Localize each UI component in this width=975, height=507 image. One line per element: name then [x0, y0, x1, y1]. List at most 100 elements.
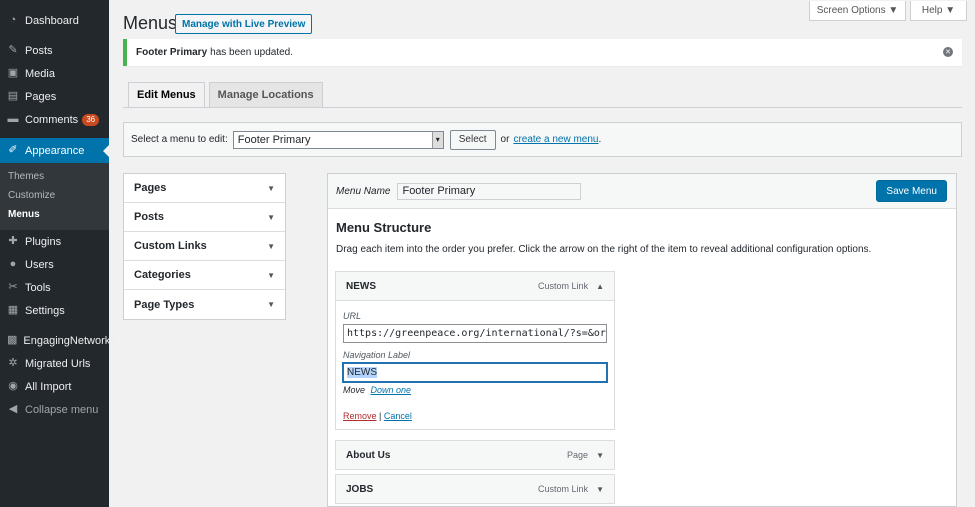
- gear-icon: ✲: [8, 357, 18, 369]
- notice-message: has been updated.: [210, 47, 293, 58]
- sidebar-item-plugins[interactable]: ✚ Plugins: [0, 230, 109, 253]
- period-text: .: [598, 134, 602, 145]
- sidebar-item-label: Pages: [25, 90, 57, 103]
- help-button[interactable]: Help ▼: [910, 1, 967, 21]
- screen-options-button[interactable]: Screen Options ▼: [809, 1, 906, 21]
- accordion-custom-links[interactable]: Custom Links ▼: [124, 232, 285, 261]
- caret-down-icon[interactable]: ▼: [596, 451, 604, 460]
- sidebar-item-label: All Import: [25, 380, 72, 393]
- sidebar-item-tools[interactable]: ✂ Tools: [0, 276, 109, 299]
- move-row: Move Down one: [343, 385, 411, 395]
- caret-down-icon: ▼: [267, 212, 275, 222]
- comments-icon: ▬: [7, 113, 19, 125]
- move-label: Move: [343, 385, 366, 395]
- menu-structure-description: Drag each item into the order you prefer…: [336, 244, 872, 255]
- menu-item-jobs[interactable]: JOBS Custom Link ▼: [335, 474, 615, 504]
- sidebar-item-label: Plugins: [25, 235, 62, 248]
- collapse-menu-button[interactable]: ◀ Collapse menu: [0, 398, 109, 421]
- navigation-label-input[interactable]: NEWS: [343, 363, 607, 382]
- sidebar-item-media[interactable]: ▣ Media: [0, 62, 109, 85]
- url-label: URL: [343, 311, 362, 321]
- menu-name-input[interactable]: Footer Primary: [397, 182, 582, 200]
- notice-menu-name: Footer Primary: [136, 47, 208, 58]
- sidebar-item-appearance[interactable]: ✐ Appearance: [0, 138, 109, 163]
- comments-count-badge: 36: [82, 113, 100, 126]
- media-icon: ▣: [7, 67, 19, 79]
- dismiss-icon[interactable]: ✕: [943, 47, 953, 57]
- submenu-item-menus[interactable]: Menus: [0, 205, 109, 224]
- menu-item-handle[interactable]: NEWS Custom Link ▲: [336, 272, 614, 300]
- cancel-link[interactable]: Cancel: [384, 411, 412, 421]
- menu-item-handle[interactable]: About Us Page ▼: [336, 441, 614, 469]
- sidebar-item-comments[interactable]: ▬ Comments 36: [0, 108, 109, 131]
- menu-item-title: About Us: [346, 449, 391, 461]
- accordion-categories[interactable]: Categories ▼: [124, 261, 285, 290]
- accordion-posts[interactable]: Posts ▼: [124, 203, 285, 232]
- menu-item-type: Custom Link: [538, 281, 589, 291]
- sidebar-item-settings[interactable]: ▦ Settings: [0, 299, 109, 322]
- caret-down-icon: ▼: [267, 183, 275, 193]
- collapse-icon: ◀: [8, 403, 18, 415]
- menu-item-actions: Remove | Cancel: [343, 411, 412, 421]
- pages-icon: ▤: [7, 90, 19, 102]
- nav-tabs: Edit Menus Manage Locations: [128, 82, 327, 107]
- tab-edit-menus[interactable]: Edit Menus: [128, 82, 205, 107]
- select-button[interactable]: Select: [449, 129, 496, 150]
- sidebar-item-label: Dashboard: [25, 14, 79, 27]
- page-title: Menus: [123, 13, 178, 33]
- accordion-label: Page Types: [134, 298, 195, 311]
- sidebar-item-dashboard[interactable]: ◔ Dashboard: [0, 9, 109, 32]
- sidebar-item-label: Users: [25, 258, 54, 271]
- menu-item-settings: URL https://greenpeace.org/international…: [336, 300, 614, 429]
- caret-down-icon: ▼: [267, 300, 275, 309]
- dashboard-icon: ◔: [9, 14, 17, 26]
- appearance-submenu: Themes Customize Menus: [0, 163, 109, 230]
- menu-select-bar: Select a menu to edit: Footer Primary Se…: [123, 122, 962, 157]
- sidebar-item-label: Migrated Urls: [25, 357, 91, 370]
- tools-icon: ✂: [8, 281, 18, 293]
- menu-structure-title: Menu Structure: [336, 220, 432, 235]
- users-icon: ●: [9, 258, 17, 270]
- or-text: or: [500, 134, 510, 145]
- sidebar-item-label: EngagingNetworks: [23, 334, 116, 347]
- menu-item-type: Page: [567, 450, 589, 460]
- navigation-label-label: Navigation Label: [343, 350, 411, 360]
- submenu-item-customize[interactable]: Customize: [0, 186, 109, 205]
- sidebar-item-users[interactable]: ● Users: [0, 253, 109, 276]
- menu-management-panel: Menu Name Footer Primary Save Menu Menu …: [327, 173, 957, 507]
- sidebar-item-label: Collapse menu: [25, 403, 99, 416]
- tab-manage-locations[interactable]: Manage Locations: [208, 82, 323, 107]
- menu-item-about-us[interactable]: About Us Page ▼: [335, 440, 615, 470]
- remove-link[interactable]: Remove: [343, 411, 377, 421]
- caret-down-icon[interactable]: ▼: [596, 485, 604, 494]
- sidebar-item-label: Appearance: [25, 144, 85, 157]
- create-new-menu-link[interactable]: create a new menu: [513, 134, 598, 145]
- url-input[interactable]: https://greenpeace.org/international/?s=…: [343, 324, 607, 343]
- caret-up-icon[interactable]: ▲: [596, 282, 604, 291]
- admin-sidebar: ◔ Dashboard ✎ Posts ▣ Media ▤ Pages ▬ Comment…: [0, 0, 116, 507]
- live-preview-button[interactable]: Manage with Live Preview: [175, 14, 313, 34]
- sidebar-item-all-import[interactable]: ◉ All Import: [0, 375, 109, 398]
- sidebar-item-engagingnetworks[interactable]: ▩ EngagingNetworks: [0, 329, 116, 352]
- save-menu-button[interactable]: Save Menu: [876, 180, 947, 202]
- move-down-one-link[interactable]: Down one: [371, 385, 412, 395]
- accordion-pages[interactable]: Pages ▼: [124, 174, 285, 203]
- sidebar-item-label: Comments: [25, 113, 79, 126]
- sidebar-item-label: Settings: [25, 304, 65, 317]
- menu-item-type: Custom Link: [538, 484, 589, 494]
- caret-down-icon: ▼: [267, 270, 275, 280]
- sidebar-item-migrated-urls[interactable]: ✲ Migrated Urls: [0, 352, 109, 375]
- update-notice: Footer Primary has been updated. ✕: [123, 39, 962, 66]
- menu-name-label: Menu Name: [336, 185, 391, 197]
- sidebar-item-posts[interactable]: ✎ Posts: [0, 39, 109, 62]
- sidebar-item-pages[interactable]: ▤ Pages: [0, 85, 109, 108]
- submenu-item-themes[interactable]: Themes: [0, 167, 109, 186]
- accordion-page-types[interactable]: Page Types ▼: [124, 290, 285, 319]
- menu-item-handle[interactable]: JOBS Custom Link ▼: [336, 475, 614, 503]
- tab-divider: [123, 107, 962, 108]
- menu-header: Menu Name Footer Primary Save Menu: [328, 174, 956, 209]
- settings-icon: ▦: [7, 304, 19, 316]
- caret-down-icon: ▼: [267, 241, 275, 251]
- menu-item-title: NEWS: [346, 280, 376, 292]
- menu-select-dropdown[interactable]: Footer Primary: [232, 130, 444, 149]
